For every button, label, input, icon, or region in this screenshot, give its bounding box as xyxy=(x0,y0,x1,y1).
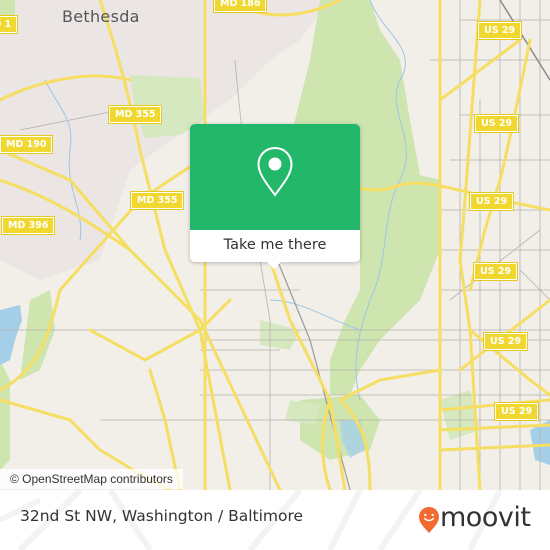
moovit-wordmark: moovit xyxy=(440,502,531,533)
moovit-logo[interactable]: moovit xyxy=(418,502,538,538)
route-shield: US 29 xyxy=(493,402,540,421)
route-shield: US 29 xyxy=(476,21,523,40)
route-shield: MD 396 xyxy=(0,216,56,235)
moovit-smile-pin-icon xyxy=(419,507,439,533)
route-shield: MD 186 xyxy=(212,0,268,13)
map[interactable]: Bethesda MD 186 MD 355 MD 190 MD 355 MD … xyxy=(0,0,550,490)
route-shield: US 29 xyxy=(468,192,515,211)
route-shield: US 29 xyxy=(473,114,520,133)
route-shield: MD 355 xyxy=(107,105,163,124)
popup-header xyxy=(190,124,360,230)
route-shield: MD 355 xyxy=(129,191,185,210)
address-label: 32nd St NW, Washington / Baltimore xyxy=(20,507,304,525)
route-shield: US 29 xyxy=(482,332,529,351)
location-popup: Take me there xyxy=(190,124,360,269)
popup-pointer xyxy=(266,261,282,269)
route-shield: MD 190 xyxy=(0,135,54,154)
place-label-bethesda: Bethesda xyxy=(62,7,140,26)
route-shield: US 29 xyxy=(472,262,519,281)
route-shield: MD 1 xyxy=(0,15,19,34)
map-attribution[interactable]: © OpenStreetMap contributors xyxy=(0,469,183,489)
take-me-there-button[interactable]: Take me there xyxy=(190,230,360,262)
map-pin-icon xyxy=(257,146,293,197)
